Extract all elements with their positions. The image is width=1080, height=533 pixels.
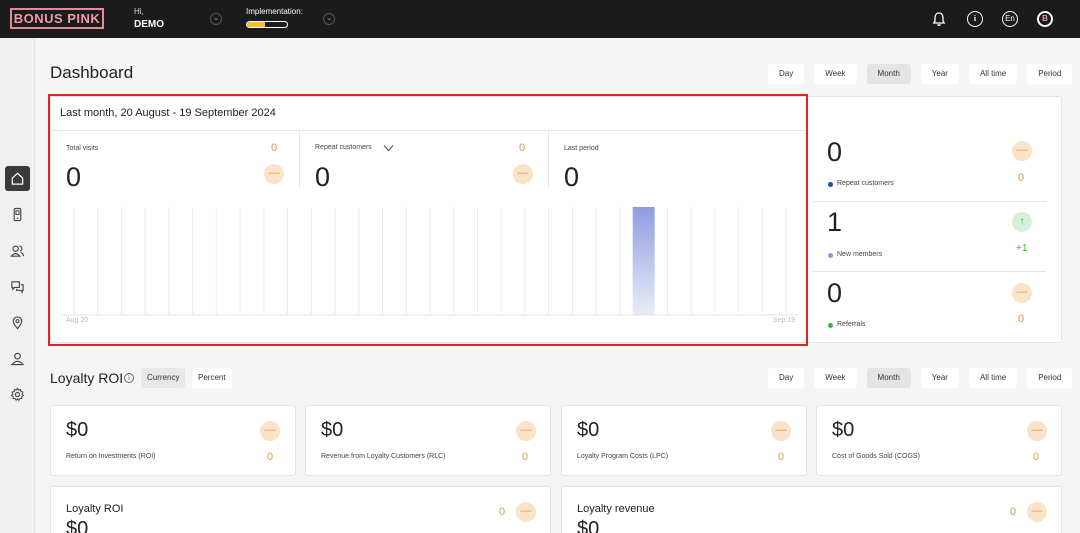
tab-year[interactable]: Year bbox=[920, 64, 959, 84]
sidebar-item-staff[interactable] bbox=[5, 346, 30, 371]
roi-delta: 0 bbox=[267, 451, 274, 463]
loyalty-revenue-card-value: $0 bbox=[577, 518, 600, 533]
new-members-delta: +1 bbox=[1016, 243, 1028, 254]
info-icon[interactable]: i bbox=[124, 373, 134, 383]
sidebar-item-messages[interactable] bbox=[5, 274, 30, 299]
profile-icon bbox=[10, 352, 25, 366]
rlc-label: Revenue from Loyalty Customers (RLC) bbox=[321, 453, 446, 460]
logo[interactable]: BONUS PINK bbox=[10, 8, 104, 29]
side-repeat-customers-label: Repeat customers bbox=[837, 180, 894, 187]
lpc-delta: 0 bbox=[778, 451, 785, 463]
avatar-letter: B bbox=[1039, 13, 1051, 25]
neutral-trend-icon: — bbox=[260, 421, 280, 441]
tab-period[interactable]: Period bbox=[1027, 368, 1073, 388]
loyalty-roi-card-value: $0 bbox=[66, 518, 89, 533]
legend-dot bbox=[828, 323, 833, 328]
gear-icon bbox=[10, 387, 25, 402]
sidebar-item-locations[interactable] bbox=[5, 310, 30, 335]
dashboard-period-tabs: Day Week Month Year All time Period bbox=[768, 64, 1073, 84]
language-button[interactable]: En bbox=[1002, 11, 1018, 27]
new-members-value: 1 bbox=[827, 207, 843, 237]
toggle-percent[interactable]: Percent bbox=[192, 368, 232, 388]
legend-dot bbox=[828, 253, 833, 258]
page-title: Dashboard bbox=[50, 63, 134, 82]
user-name: DEMO bbox=[134, 19, 164, 30]
arrow-up-icon: ↑ bbox=[1012, 212, 1032, 232]
side-repeat-customers-value: 0 bbox=[827, 137, 843, 167]
tab-period[interactable]: Period bbox=[1027, 64, 1073, 84]
home-icon bbox=[11, 172, 24, 185]
loyalty-roi-card-title: Loyalty ROI bbox=[66, 503, 124, 515]
tab-all-time[interactable]: All time bbox=[968, 64, 1018, 84]
tab-month[interactable]: Month bbox=[866, 64, 911, 84]
rlc-delta: 0 bbox=[522, 451, 529, 463]
neutral-trend-icon: — bbox=[1012, 141, 1032, 161]
implementation-progress-fill bbox=[247, 22, 265, 27]
sidebar-item-customers[interactable] bbox=[5, 238, 30, 263]
divider bbox=[812, 271, 1046, 272]
phone-icon bbox=[13, 207, 22, 222]
user-greeting: Hi, DEMO bbox=[134, 7, 164, 30]
neutral-trend-icon: — bbox=[1012, 283, 1032, 303]
highlight-box bbox=[48, 94, 808, 346]
loyalty-roi-card-delta: 0 bbox=[499, 506, 506, 518]
implementation-progress-bar bbox=[246, 21, 288, 28]
rlc-value: $0 bbox=[321, 419, 344, 441]
loyalty-roi-title: Loyalty ROI bbox=[50, 370, 124, 386]
sidebar-item-settings[interactable] bbox=[5, 382, 30, 407]
tab-day[interactable]: Day bbox=[768, 64, 805, 84]
neutral-trend-icon: — bbox=[516, 502, 536, 522]
legend-dot bbox=[828, 182, 833, 187]
users-icon bbox=[10, 245, 25, 257]
cogs-delta: 0 bbox=[1033, 451, 1040, 463]
tab-year[interactable]: Year bbox=[920, 368, 959, 388]
roi-label: Return on Investments (ROI) bbox=[66, 453, 156, 460]
neutral-trend-icon: — bbox=[1027, 421, 1047, 441]
tab-week[interactable]: Week bbox=[814, 368, 857, 388]
roi-value: $0 bbox=[66, 419, 89, 441]
tab-all-time[interactable]: All time bbox=[968, 368, 1018, 388]
lpc-label: Loyalty Program Costs (LPC) bbox=[577, 453, 669, 460]
top-bar: BONUS PINK Hi, DEMO ⌄ Implementation: ⌄ … bbox=[0, 0, 1080, 38]
loyalty-revenue-card-title: Loyalty revenue bbox=[577, 503, 655, 515]
neutral-trend-icon: — bbox=[771, 421, 791, 441]
tab-month[interactable]: Month bbox=[866, 368, 911, 388]
sidebar-item-devices[interactable] bbox=[5, 202, 30, 227]
loyalty-revenue-card-delta: 0 bbox=[1010, 506, 1017, 518]
implementation-chevron-icon[interactable]: ⌄ bbox=[323, 13, 335, 25]
sidebar-item-home[interactable] bbox=[5, 166, 30, 191]
referrals-label: Referrals bbox=[837, 321, 866, 328]
referrals-delta: 0 bbox=[1018, 313, 1025, 325]
implementation-label: Implementation: bbox=[246, 7, 303, 16]
tab-week[interactable]: Week bbox=[814, 64, 857, 84]
divider bbox=[812, 201, 1046, 202]
neutral-trend-icon: — bbox=[516, 421, 536, 441]
new-members-label: New members bbox=[837, 251, 883, 258]
cogs-label: Cost of Goods Sold (COGS) bbox=[832, 453, 920, 460]
referrals-value: 0 bbox=[827, 278, 843, 308]
side-repeat-customers-delta: 0 bbox=[1018, 172, 1025, 184]
location-icon bbox=[12, 316, 23, 330]
sidebar bbox=[0, 38, 35, 533]
cogs-value: $0 bbox=[832, 419, 855, 441]
lpc-value: $0 bbox=[577, 419, 600, 441]
roi-period-tabs: Day Week Month Year All time Period bbox=[768, 368, 1073, 388]
greeting-text: Hi, bbox=[134, 7, 144, 16]
tab-day[interactable]: Day bbox=[768, 368, 805, 388]
chat-icon bbox=[11, 281, 24, 294]
neutral-trend-icon: — bbox=[1027, 502, 1047, 522]
user-menu-chevron-icon[interactable]: ⌄ bbox=[210, 13, 222, 25]
avatar[interactable]: B bbox=[1037, 11, 1053, 27]
bell-icon[interactable] bbox=[931, 11, 947, 27]
info-icon[interactable]: i bbox=[967, 11, 983, 27]
loyalty-roi-card bbox=[50, 486, 551, 533]
toggle-currency[interactable]: Currency bbox=[141, 368, 186, 388]
